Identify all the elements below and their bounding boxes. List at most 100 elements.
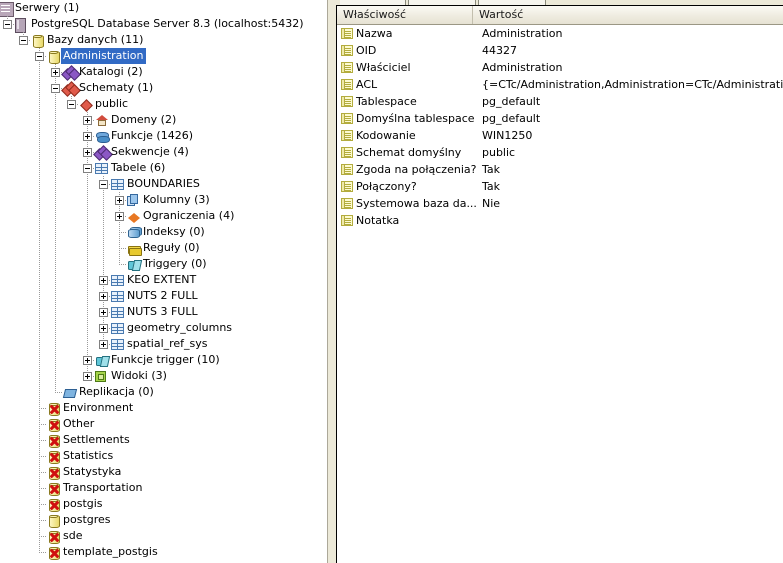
- properties-row[interactable]: Zgoda na połączenia? Tak: [337, 161, 783, 178]
- tree-toggle-expand[interactable]: [99, 340, 108, 349]
- tree-node[interactable]: Settlements: [0, 432, 326, 448]
- tree-guide-line: [39, 144, 40, 160]
- tree-node[interactable]: Administration: [0, 48, 326, 64]
- tree-node[interactable]: template_postgis: [0, 544, 326, 560]
- tree-node[interactable]: KEO EXTENT: [0, 272, 326, 288]
- properties-row[interactable]: Połączony? Tak: [337, 178, 783, 195]
- properties-row[interactable]: Domyślna tablespace pg_default: [337, 110, 783, 127]
- tree-toggle-collapse[interactable]: [19, 36, 28, 45]
- tree-node[interactable]: Environment: [0, 400, 326, 416]
- property-icon: [341, 113, 353, 124]
- database-disconnected-icon: [47, 418, 60, 432]
- tree-toggle-collapse[interactable]: [51, 84, 60, 93]
- property-icon: [341, 96, 353, 107]
- properties-row[interactable]: OID 44327: [337, 42, 783, 59]
- tree-toggle-expand[interactable]: [83, 372, 92, 381]
- tree-node-label: Reguły (0): [143, 241, 200, 254]
- tree-node[interactable]: PostgreSQL Database Server 8.3 (localhos…: [0, 16, 326, 33]
- tree-toggle-collapse[interactable]: [3, 20, 12, 29]
- tree-node[interactable]: Tabele (6): [0, 160, 326, 176]
- object-browser-tree[interactable]: Serwery (1) PostgreSQL Database Server 8.…: [0, 0, 326, 563]
- tree-toggle-expand[interactable]: [83, 148, 92, 157]
- table-icon: [95, 163, 108, 174]
- tree-node[interactable]: NUTS 3 FULL: [0, 304, 326, 320]
- properties-row[interactable]: Systemowa baza da... Nie: [337, 195, 783, 212]
- tree-toggle-expand[interactable]: [115, 212, 124, 221]
- tree-toggle-expand[interactable]: [99, 276, 108, 285]
- properties-row[interactable]: Schemat domyślny public: [337, 144, 783, 161]
- tree-toggle-collapse[interactable]: [99, 180, 108, 189]
- properties-grid[interactable]: Właściwość Wartość Nazwa Administration OI…: [336, 5, 783, 563]
- tree-guide-line: [39, 408, 47, 409]
- tree-guide-line: [39, 112, 40, 128]
- tree-node[interactable]: Transportation: [0, 480, 326, 496]
- properties-row[interactable]: Notatka: [337, 212, 783, 229]
- tree-node[interactable]: Indeksy (0): [0, 224, 326, 240]
- properties-row[interactable]: Tablespace pg_default: [337, 93, 783, 110]
- tree-guide-line: [39, 96, 40, 112]
- tree-node[interactable]: Other: [0, 416, 326, 432]
- tree-node[interactable]: postgis: [0, 496, 326, 512]
- properties-row[interactable]: Kodowanie WIN1250: [337, 127, 783, 144]
- table-icon: [111, 179, 124, 190]
- tree-node[interactable]: Schematy (1): [0, 80, 326, 97]
- tree-node[interactable]: Katalogi (2): [0, 64, 326, 81]
- tree-toggle-expand[interactable]: [99, 324, 108, 333]
- tree-node[interactable]: Serwery (1): [0, 0, 326, 17]
- tree-node[interactable]: Replikacja (0): [0, 384, 326, 400]
- properties-row[interactable]: Właściciel Administration: [337, 59, 783, 76]
- database-disconnected-icon: [47, 402, 60, 416]
- tree-guide-line: [39, 536, 47, 537]
- tree-node[interactable]: Statystyka: [0, 464, 326, 480]
- tree-node[interactable]: Domeny (2): [0, 112, 326, 128]
- tree-toggle-collapse[interactable]: [67, 100, 76, 109]
- tree-guide-line: [87, 288, 88, 304]
- column-header-value[interactable]: Wartość: [473, 6, 783, 24]
- properties-row[interactable]: Nazwa Administration: [337, 25, 783, 42]
- tree-node[interactable]: Ograniczenia (4): [0, 208, 326, 224]
- tree-node[interactable]: BOUNDARIES: [0, 176, 326, 192]
- tree-node[interactable]: Funkcje (1426): [0, 128, 326, 144]
- property-value: Administration: [482, 27, 563, 40]
- tree-node-label: postgis: [63, 497, 103, 510]
- tree-node[interactable]: Funkcje trigger (10): [0, 352, 326, 368]
- tree-node[interactable]: public: [0, 96, 326, 112]
- tree-guide-line: [39, 488, 47, 489]
- tree-node-label: Other: [63, 417, 95, 430]
- property-value: Nie: [482, 197, 501, 210]
- tree-node[interactable]: Triggery (0): [0, 256, 326, 272]
- tree-node[interactable]: geometry_columns: [0, 320, 326, 336]
- database-icon: [47, 514, 60, 528]
- tree-toggle-expand[interactable]: [99, 308, 108, 317]
- tree-toggle-expand[interactable]: [83, 116, 92, 125]
- tree-node[interactable]: NUTS 2 FULL: [0, 288, 326, 304]
- tree-node[interactable]: sde: [0, 528, 326, 544]
- database-disconnected-icon: [47, 466, 60, 480]
- tree-toggle-collapse[interactable]: [83, 164, 92, 173]
- tree-node[interactable]: Kolumny (3): [0, 192, 326, 208]
- property-value: Tak: [482, 163, 501, 176]
- tree-node-label: postgres: [63, 513, 111, 526]
- tree-guide-line: [39, 352, 40, 368]
- tree-node[interactable]: Bazy danych (11): [0, 32, 326, 48]
- tree-node[interactable]: Sekwencje (4): [0, 144, 326, 161]
- tree-node[interactable]: postgres: [0, 512, 326, 528]
- tree-toggle-expand[interactable]: [51, 68, 60, 77]
- tree-node[interactable]: spatial_ref_sys: [0, 336, 326, 352]
- database-disconnected-icon: [47, 530, 60, 544]
- tree-node[interactable]: Statistics: [0, 448, 326, 464]
- properties-row[interactable]: ACL {=CTc/Administration,Administration=C…: [337, 76, 783, 93]
- tree-guide-line: [55, 128, 56, 144]
- tree-guide-line: [39, 288, 40, 304]
- column-header-property[interactable]: Właściwość: [337, 6, 473, 24]
- tree-toggle-expand[interactable]: [83, 356, 92, 365]
- tree-toggle-collapse[interactable]: [35, 52, 44, 61]
- property-value: {=CTc/Administration,Administration=CTc/…: [482, 78, 783, 91]
- tree-toggle-expand[interactable]: [99, 292, 108, 301]
- tree-guide-line: [39, 240, 40, 256]
- tree-node[interactable]: Widoki (3): [0, 368, 326, 384]
- tree-toggle-expand[interactable]: [115, 196, 124, 205]
- tree-toggle-expand[interactable]: [83, 132, 92, 141]
- tree-guide-line: [55, 256, 56, 272]
- tree-node[interactable]: Reguły (0): [0, 240, 326, 256]
